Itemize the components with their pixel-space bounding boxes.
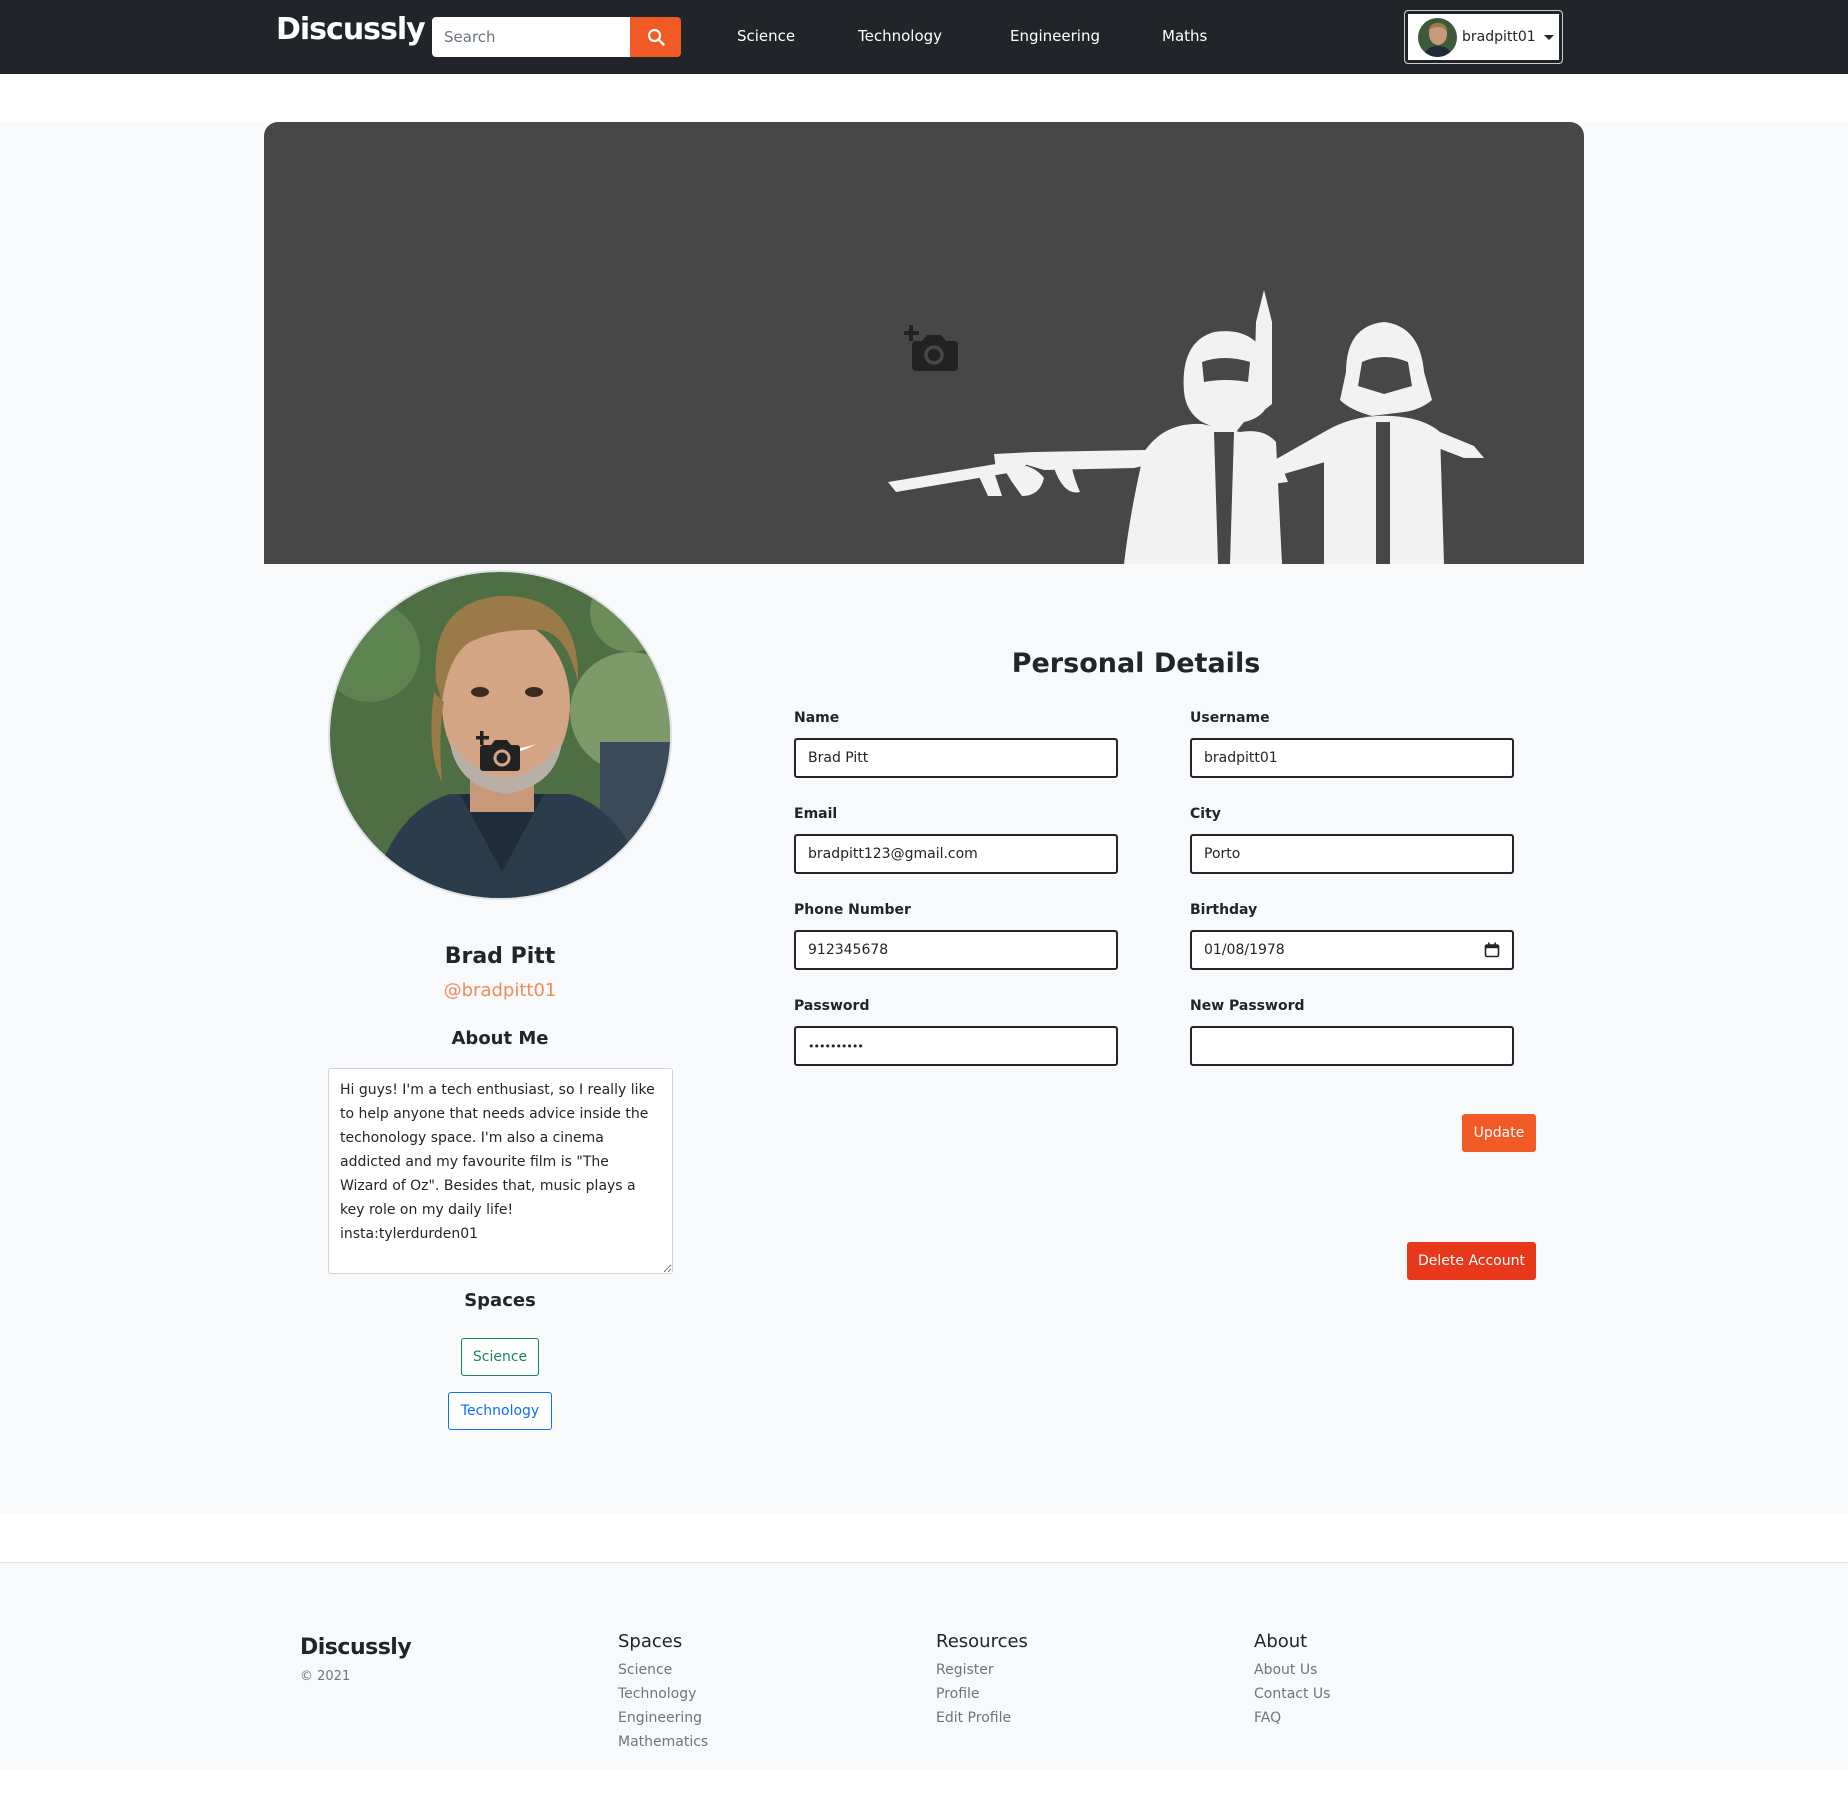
delete-account-button[interactable]: Delete Account — [1407, 1242, 1536, 1280]
avatar — [1418, 17, 1457, 57]
city-label: City — [1190, 806, 1221, 822]
name-label: Name — [794, 710, 840, 726]
nav-link-science[interactable]: Science — [737, 27, 795, 45]
space-tag-technology[interactable]: Technology — [448, 1392, 552, 1430]
search-input[interactable] — [432, 17, 630, 57]
phone-label: Phone Number — [794, 902, 911, 918]
birthday-label: Birthday — [1190, 902, 1258, 918]
user-menu-dropdown[interactable]: bradpitt01 — [1404, 10, 1563, 64]
password-label: Password — [794, 998, 870, 1014]
password-field[interactable]: •••••••••• — [794, 1026, 1118, 1066]
update-button[interactable]: Update — [1462, 1114, 1536, 1152]
footer-brand: Discussly — [300, 1635, 412, 1660]
add-photo-icon[interactable] — [904, 325, 958, 373]
footer-spaces-title: Spaces — [618, 1631, 683, 1652]
add-photo-icon[interactable] — [476, 731, 522, 773]
navbar: Discussly Science Technology Engineering… — [0, 0, 1848, 74]
space-tag-science[interactable]: Science — [461, 1338, 539, 1376]
footer-resources-column: Resources Register Profile Edit Profile — [936, 1631, 1028, 1730]
footer-link-contact-us[interactable]: Contact Us — [1254, 1682, 1330, 1706]
footer-about-column: About About Us Contact Us FAQ — [1254, 1631, 1330, 1730]
about-me-heading: About Me — [451, 1028, 549, 1049]
footer-resources-title: Resources — [936, 1631, 1028, 1652]
footer-copyright: © 2021 — [300, 1669, 351, 1684]
new-password-field[interactable] — [1190, 1026, 1514, 1066]
city-field[interactable] — [1190, 834, 1514, 874]
search-icon — [647, 28, 665, 46]
username-field-label: Username — [1190, 710, 1270, 726]
footer-about-title: About — [1254, 1631, 1308, 1652]
password-value: •••••••••• — [808, 1039, 864, 1053]
email-field[interactable] — [794, 834, 1118, 874]
footer-link-edit-profile[interactable]: Edit Profile — [936, 1706, 1028, 1730]
nav-link-engineering[interactable]: Engineering — [1010, 27, 1100, 45]
name-field[interactable] — [794, 738, 1118, 778]
username-label: bradpitt01 — [1462, 29, 1536, 45]
spaces-heading: Spaces — [464, 1290, 536, 1311]
profile-name: Brad Pitt — [444, 944, 556, 969]
birthday-value: 01/08/1978 — [1204, 942, 1285, 958]
cover-art-image — [888, 290, 1484, 564]
footer: Discussly © 2021 Spaces Science Technolo… — [0, 1562, 1848, 1770]
footer-link-faq[interactable]: FAQ — [1254, 1706, 1330, 1730]
footer-link-science[interactable]: Science — [618, 1658, 708, 1682]
footer-spaces-column: Spaces Science Technology Engineering Ma… — [618, 1631, 708, 1754]
nav-link-technology[interactable]: Technology — [858, 27, 942, 45]
brand-logo[interactable]: Discussly — [276, 12, 426, 47]
calendar-icon[interactable] — [1484, 942, 1500, 958]
about-me-textarea[interactable]: Hi guys! I'm a tech enthusiast, so I rea… — [328, 1068, 673, 1274]
personal-details-heading: Personal Details — [1011, 648, 1261, 679]
profile-handle: @bradpitt01 — [443, 980, 557, 1001]
footer-link-mathematics[interactable]: Mathematics — [618, 1730, 708, 1754]
caret-down-icon — [1543, 34, 1554, 40]
email-label: Email — [794, 806, 838, 822]
username-field[interactable] — [1190, 738, 1514, 778]
footer-link-technology[interactable]: Technology — [618, 1682, 708, 1706]
footer-link-engineering[interactable]: Engineering — [618, 1706, 708, 1730]
footer-link-about-us[interactable]: About Us — [1254, 1658, 1330, 1682]
footer-link-register[interactable]: Register — [936, 1658, 1028, 1682]
profile-page: Brad Pitt @bradpitt01 About Me Hi guys! … — [0, 122, 1848, 1514]
phone-field[interactable] — [794, 930, 1118, 970]
birthday-field[interactable]: 01/08/1978 — [1190, 930, 1514, 970]
new-password-label: New Password — [1190, 998, 1305, 1014]
cover-image — [264, 122, 1584, 564]
nav-link-maths[interactable]: Maths — [1162, 27, 1207, 45]
search-button[interactable] — [630, 17, 681, 57]
footer-link-profile[interactable]: Profile — [936, 1682, 1028, 1706]
